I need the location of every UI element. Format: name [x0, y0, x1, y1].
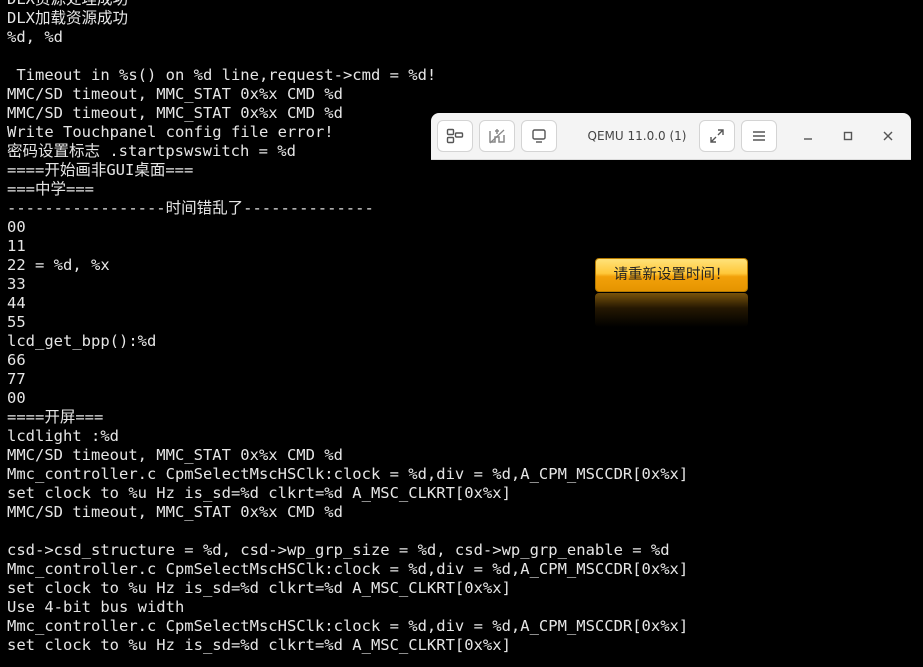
terminal-line: MMC/SD timeout, MMC_STAT 0x%x CMD %d: [7, 446, 343, 464]
terminal-line: DLX加载资源成功: [7, 9, 128, 27]
qemu-titlebar[interactable]: QEMU 11.0.0 (1): [431, 113, 911, 160]
terminal-line: csd->csd_structure = %d, csd->wp_grp_siz…: [7, 541, 670, 559]
minimize-button[interactable]: [794, 122, 822, 150]
terminal-line: Mmc_controller.c CpmSelectMscHSClk:clock…: [7, 560, 689, 578]
terminal-line: Mmc_controller.c CpmSelectMscHSClk:clock…: [7, 617, 689, 635]
keys-icon: [489, 129, 505, 144]
terminal-line: MMC/SD timeout, MMC_STAT 0x%x CMD %d: [7, 503, 343, 521]
fullscreen-icon: [710, 129, 724, 143]
qemu-window: QEMU 11.0.0 (1) 请重新设置时间！: [431, 113, 911, 432]
terminal-line: MMC/SD timeout, MMC_STAT 0x%x CMD %d: [7, 85, 343, 103]
terminal-line: DLX资源处理成功: [7, 0, 917, 9]
display-button[interactable]: [521, 120, 557, 152]
view-icon: [446, 128, 464, 144]
guest-display[interactable]: 请重新设置时间！: [431, 160, 911, 432]
maximize-button[interactable]: [834, 122, 862, 150]
reset-time-button[interactable]: 请重新设置时间！: [595, 258, 748, 292]
terminal-line: Timeout in %s() on %d line,request->cmd …: [7, 66, 437, 84]
fullscreen-button[interactable]: [699, 120, 735, 152]
terminal-line: set clock to %u Hz is_sd=%d clkrt=%d A_M…: [7, 484, 511, 502]
menu-icon: [753, 131, 765, 141]
button-reflection: [595, 293, 748, 327]
display-icon: [532, 129, 546, 143]
terminal-line: set clock to %u Hz is_sd=%d clkrt=%d A_M…: [7, 636, 511, 654]
terminal-line: %d, %d: [7, 28, 63, 46]
close-button[interactable]: [874, 122, 902, 150]
terminal-line: set clock to %u Hz is_sd=%d clkrt=%d A_M…: [7, 579, 511, 597]
terminal-line: Use 4-bit bus width: [7, 598, 185, 616]
main-menu-button[interactable]: [741, 120, 777, 152]
maximize-icon: [843, 131, 853, 141]
view-button[interactable]: [437, 120, 473, 152]
minimize-icon: [804, 138, 812, 140]
terminal-line: Mmc_controller.c CpmSelectMscHSClk:clock…: [7, 465, 689, 483]
window-title: QEMU 11.0.0 (1): [587, 129, 687, 143]
close-icon: [883, 131, 893, 141]
send-keys-button[interactable]: [479, 120, 515, 152]
